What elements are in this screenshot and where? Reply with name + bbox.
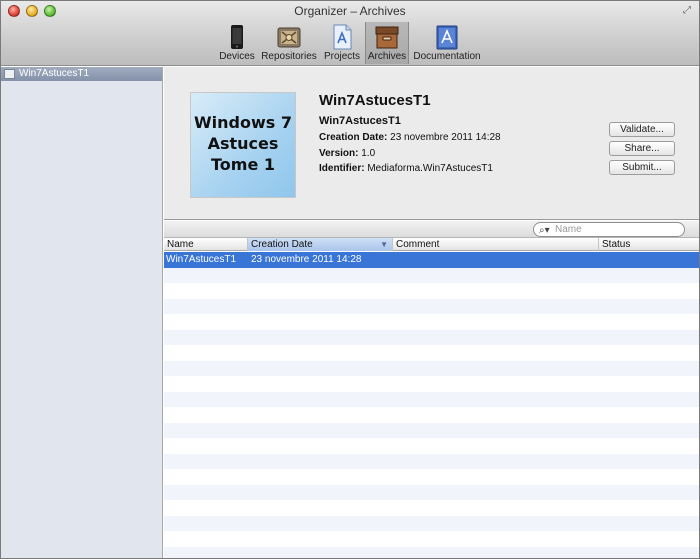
sort-descending-icon: ▼: [380, 240, 388, 249]
identifier-value: Mediaforma.Win7AstucesT1: [367, 163, 493, 174]
archive-subtitle: Win7AstucesT1: [319, 115, 401, 127]
archive-title: Win7AstucesT1: [319, 92, 431, 109]
toolbar-label-projects: Projects: [323, 51, 361, 62]
column-header-creation-date[interactable]: Creation Date ▼: [248, 238, 393, 251]
empty-row: [164, 515, 699, 531]
column-header-name[interactable]: Name: [164, 238, 248, 251]
version-value: 1.0: [361, 148, 376, 159]
creation-date-value: 23 novembre 2011 14:28: [390, 132, 501, 143]
name-search-field[interactable]: ⌕▾ Name: [533, 222, 685, 237]
empty-row: [164, 484, 699, 500]
toolbar-label-devices: Devices: [219, 51, 255, 62]
empty-row: [164, 298, 699, 314]
title-bar: Organizer – Archives ⤢ Devices Repositor: [1, 1, 699, 66]
filter-bar: ⌕▾ Name: [164, 221, 699, 238]
version-label: Version:: [319, 148, 359, 159]
submit-button[interactable]: Submit...: [609, 160, 675, 175]
empty-row: [164, 314, 699, 330]
empty-row: [164, 546, 699, 558]
toolbar: Devices Repositories Projects Archives D…: [1, 22, 699, 64]
organizer-window: Organizer – Archives ⤢ Devices Repositor: [0, 0, 700, 559]
archives-sidebar: Win7AstucesT1: [1, 67, 163, 558]
sidebar-item-win7astucest1[interactable]: Win7AstucesT1: [1, 67, 162, 81]
archive-detail-panel: Windows 7 Astuces Tome 1 Win7AstucesT1 W…: [164, 67, 699, 220]
app-thumbnail: Windows 7 Astuces Tome 1: [190, 92, 296, 198]
empty-row: [164, 376, 699, 392]
archives-table: Name Creation Date ▼ Comment Status Win7…: [164, 238, 699, 558]
empty-row: [164, 531, 699, 547]
empty-row: [164, 360, 699, 376]
column-header-status[interactable]: Status: [599, 238, 699, 251]
toolbar-documentation[interactable]: Documentation: [411, 22, 483, 64]
empty-row: [164, 329, 699, 345]
share-button[interactable]: Share...: [609, 141, 675, 156]
column-header-comment[interactable]: Comment: [393, 238, 599, 251]
empty-row: [164, 500, 699, 516]
toolbar-label-archives: Archives: [367, 51, 407, 62]
empty-row: [164, 283, 699, 299]
cell-name: Win7AstucesT1: [166, 254, 237, 265]
thumbnail-line-2: Astuces: [207, 134, 279, 153]
column-header-label: Creation Date: [251, 239, 313, 250]
empty-row: [164, 469, 699, 485]
validate-button[interactable]: Validate...: [609, 122, 675, 137]
empty-row: [164, 267, 699, 283]
toolbar-archives[interactable]: Archives: [365, 22, 409, 64]
empty-row: [164, 438, 699, 454]
table-header: Name Creation Date ▼ Comment Status: [164, 238, 699, 251]
iphone-icon: [231, 25, 243, 49]
empty-row: [164, 422, 699, 438]
toolbar-label-repositories: Repositories: [261, 51, 317, 62]
sidebar-item-label: Win7AstucesT1: [19, 68, 90, 79]
project-document-icon: [333, 24, 352, 50]
toolbar-label-documentation: Documentation: [413, 51, 481, 62]
toolbar-projects[interactable]: Projects: [321, 22, 363, 64]
search-placeholder: Name: [555, 224, 582, 235]
search-icon: ⌕▾: [539, 225, 550, 236]
empty-row: [164, 453, 699, 469]
creation-date-label: Creation Date:: [319, 132, 388, 143]
repository-icon: [277, 27, 301, 48]
toolbar-repositories[interactable]: Repositories: [260, 22, 318, 64]
thumbnail-line-3: Tome 1: [210, 155, 275, 174]
archive-doc-icon: [4, 69, 15, 79]
table-rows: Win7AstucesT1 23 novembre 2011 14:28: [164, 252, 699, 558]
table-row[interactable]: Win7AstucesT1 23 novembre 2011 14:28: [164, 252, 699, 268]
cell-creation-date: 23 novembre 2011 14:28: [251, 254, 362, 265]
documentation-icon: [436, 25, 458, 50]
identifier-label: Identifier:: [319, 163, 365, 174]
empty-row: [164, 391, 699, 407]
empty-row: [164, 407, 699, 423]
creation-date-row: Creation Date: 23 novembre 2011 14:28: [319, 132, 501, 143]
version-row: Version: 1.0: [319, 148, 375, 159]
empty-row: [164, 345, 699, 361]
fullscreen-icon[interactable]: ⤢: [681, 5, 693, 17]
window-title: Organizer – Archives: [294, 4, 406, 18]
identifier-row: Identifier: Mediaforma.Win7AstucesT1: [319, 163, 493, 174]
toolbar-devices[interactable]: Devices: [217, 22, 257, 64]
thumbnail-line-1: Windows 7: [194, 113, 292, 132]
archive-box-icon: [375, 26, 399, 49]
